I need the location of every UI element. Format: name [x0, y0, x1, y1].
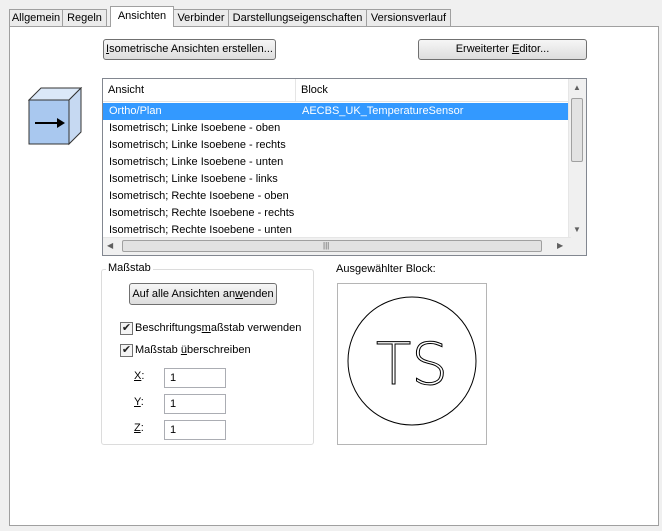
selected-block-title: Ausgewählter Block: [336, 263, 436, 275]
override-scale-label[interactable]: Maßstab überschreiben [135, 344, 251, 356]
list-rows: Ortho/Plan AECBS_UK_TemperatureSensor Is… [103, 103, 571, 239]
x-scale-label: X: [134, 370, 145, 382]
grip-icon: ||| [323, 241, 330, 250]
checkmark-icon: ✔ [121, 344, 132, 356]
cell-ansicht: Isometrisch; Linke Isoebene - unten [109, 156, 284, 168]
y-scale-label: Y: [134, 396, 144, 408]
annotation-scale-checkbox[interactable]: ✔ [120, 322, 133, 335]
tab-darstellungseigenschaften[interactable]: Darstellungseigenschaften [228, 9, 367, 26]
advanced-editor-button[interactable]: Erweiterter Editor... [418, 39, 587, 60]
button-label: sometrische Ansichten erstellen... [109, 43, 273, 55]
tab-versionsverlauf[interactable]: Versionsverlauf [366, 9, 451, 26]
annotation-scale-label[interactable]: Beschriftungsmaßstab verwenden [135, 322, 301, 334]
scroll-right-arrow-icon[interactable]: ▶ [557, 241, 563, 251]
label-mnemonic: m [201, 322, 211, 334]
list-row[interactable]: Isometrisch; Rechte Isoebene - rechts [103, 205, 571, 222]
z-scale-input[interactable]: 1 [164, 420, 226, 440]
scroll-up-arrow-icon[interactable]: ▲ [573, 83, 581, 93]
scrollbar-corner [569, 238, 586, 255]
z-scale-label: Z: [134, 422, 144, 434]
tab-allgemein[interactable]: Allgemein [9, 9, 63, 26]
tab-regeln[interactable]: Regeln [62, 9, 107, 26]
cell-ansicht: Isometrisch; Linke Isoebene - oben [109, 122, 281, 134]
list-row[interactable]: Isometrisch; Rechte Isoebene - oben [103, 188, 571, 205]
label-mnemonic: X [134, 370, 142, 382]
scroll-down-arrow-icon[interactable]: ▼ [573, 225, 581, 235]
scale-group-title: Maßstab [106, 262, 153, 274]
list-row[interactable]: Isometrisch; Linke Isoebene - unten [103, 154, 571, 171]
horizontal-scrollbar[interactable]: ◀ ||| ▶ [103, 237, 571, 255]
button-label: Auf alle Ansichten an [132, 288, 236, 300]
override-scale-checkbox[interactable]: ✔ [120, 344, 133, 357]
column-header-block[interactable]: Block [296, 79, 571, 101]
list-header: Ansicht Block [103, 79, 571, 102]
tab-verbinder[interactable]: Verbinder [173, 9, 229, 26]
vertical-scrollbar[interactable]: ▲ ▼ [568, 79, 586, 239]
tab-ansichten[interactable]: Ansichten [110, 6, 174, 27]
x-scale-input[interactable]: 1 [164, 368, 226, 388]
cell-ansicht: Isometrisch; Rechte Isoebene - rechts [109, 207, 295, 219]
temperature-sensor-symbol-icon: TS [347, 296, 477, 426]
selected-block-preview: TS [337, 283, 487, 445]
y-scale-input[interactable]: 1 [164, 394, 226, 414]
column-header-ansicht[interactable]: Ansicht [103, 79, 296, 101]
label-text: aßstab verwenden [210, 322, 302, 334]
button-mnemonic: w [235, 288, 244, 300]
cell-ansicht: Isometrisch; Linke Isoebene - links [109, 173, 278, 185]
label-text: Beschriftungs [135, 322, 202, 334]
cell-ansicht: Isometrisch; Linke Isoebene - rechts [109, 139, 286, 151]
label-mnemonic: Z [134, 422, 141, 434]
horizontal-scroll-thumb[interactable]: ||| [122, 240, 542, 252]
label-text: berschreiben [186, 344, 251, 356]
cell-ansicht: Isometrisch; Rechte Isoebene - oben [109, 190, 289, 202]
vertical-scroll-thumb[interactable] [571, 98, 583, 162]
button-label: Erweiterter [455, 43, 512, 55]
cell-ansicht: Ortho/Plan [109, 105, 162, 117]
list-row[interactable]: Isometrisch; Linke Isoebene - rechts [103, 137, 571, 154]
scroll-left-arrow-icon[interactable]: ◀ [107, 241, 113, 251]
view-direction-cube-icon [28, 87, 83, 146]
apply-to-all-views-button[interactable]: Auf alle Ansichten anwenden [129, 283, 277, 305]
checkmark-icon: ✔ [121, 322, 132, 334]
block-preview-text: TS [376, 330, 448, 398]
button-label: ditor... [519, 43, 550, 55]
list-row[interactable]: Isometrisch; Linke Isoebene - oben [103, 120, 571, 137]
create-isometric-views-button[interactable]: Isometrische Ansichten erstellen... [103, 39, 276, 60]
view-list[interactable]: Ansicht Block Ortho/Plan AECBS_UK_Temper… [102, 78, 587, 256]
list-row-selected[interactable]: Ortho/Plan AECBS_UK_TemperatureSensor [103, 103, 571, 120]
button-label: enden [243, 288, 274, 300]
label-mnemonic: Y [134, 396, 141, 408]
label-text: Maßstab [135, 344, 181, 356]
cell-block: AECBS_UK_TemperatureSensor [302, 105, 464, 117]
list-row[interactable]: Isometrisch; Linke Isoebene - links [103, 171, 571, 188]
